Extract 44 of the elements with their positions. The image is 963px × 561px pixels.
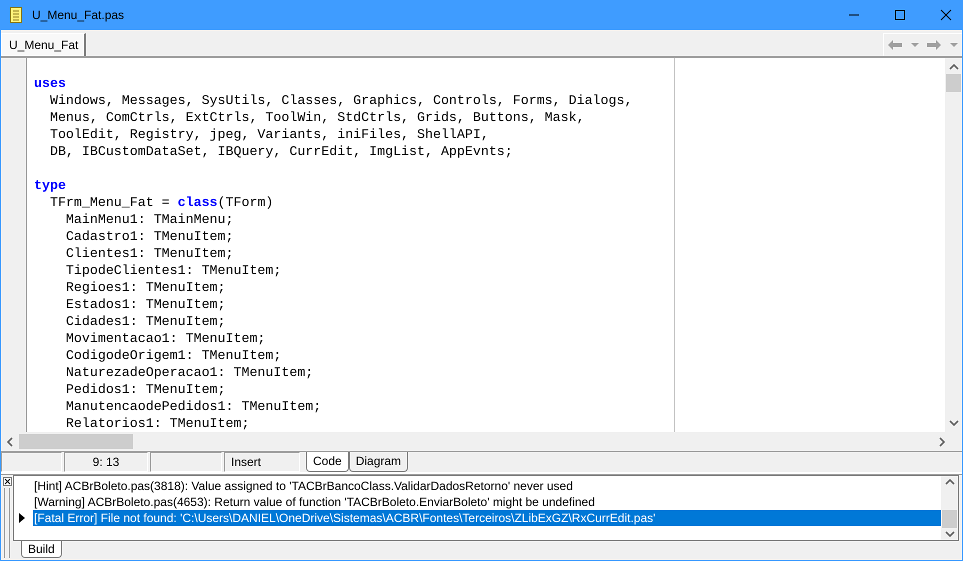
- close-icon[interactable]: [2, 477, 12, 486]
- message-line[interactable]: [Warning] ACBrBoleto.pas(4653): Return value of function 'TACBrBoleto.EnviarBoleto' might be undefined: [33, 494, 595, 510]
- scroll-left-icon[interactable]: [7, 436, 13, 446]
- code-line: CodigodeOrigem1: TMenuItem;: [64, 347, 282, 364]
- code-line: Estados1: TMenuItem;: [64, 296, 226, 313]
- code-line: TipodeClientes1: TMenuItem;: [64, 262, 282, 279]
- code-line: NaturezadeOperacao1: TMenuItem;: [64, 364, 314, 381]
- code-line: Cidades1: TMenuItem;: [64, 313, 226, 330]
- code-line: type: [33, 177, 66, 194]
- scroll-up-icon[interactable]: [944, 479, 954, 485]
- scrollbar-thumb[interactable]: [946, 74, 961, 92]
- code-line: Windows, Messages, SysUtils, Classes, Graphics, Controls, Forms, Dialogs,: [48, 92, 632, 109]
- code-line: Regioes1: TMenuItem;: [64, 279, 226, 296]
- scroll-down-icon[interactable]: [948, 420, 958, 426]
- scroll-right-icon[interactable]: [939, 436, 945, 446]
- code-line: ToolEdit, Registry, jpeg, Variants, iniFiles, ShellAPI,: [48, 126, 489, 143]
- window-title: U_Menu_Fat.pas: [32, 8, 124, 22]
- scroll-up-icon[interactable]: [948, 64, 958, 70]
- code-line: MainMenu1: TMainMenu;: [64, 211, 234, 228]
- edit-mode: Insert: [224, 452, 300, 472]
- scrollbar-thumb[interactable]: [19, 434, 133, 449]
- code-line: Relatorios1: TMenuItem;: [64, 415, 250, 432]
- message-line[interactable]: [Hint] ACBrBoleto.pas(3818): Value assigned to 'TACBrBancoClass.ValidarDadosRetorno' never used: [33, 478, 573, 494]
- scroll-down-icon[interactable]: [944, 531, 954, 537]
- maximize-icon[interactable]: [894, 9, 906, 21]
- view-tab[interactable]: Code: [306, 452, 349, 472]
- close-icon[interactable]: [940, 9, 952, 21]
- code-line: Menus, ComCtrls, ExtCtrls, ToolWin, StdCtrls, Grids, Buttons, Mask,: [48, 109, 585, 126]
- code-line: Cadastro1: TMenuItem;: [64, 228, 234, 245]
- code-line: Pedidos1: TMenuItem;: [64, 381, 226, 398]
- code-line: Movimentacao1: TMenuItem;: [64, 330, 266, 347]
- code-line: ManutencaodePedidos1: TMenuItem;: [64, 398, 322, 415]
- current-row-icon: [19, 513, 25, 523]
- code-line: uses: [33, 75, 66, 92]
- code-line: DB, IBCustomDataSet, IBQuery, CurrEdit, ImgList, AppEvnts;: [48, 143, 513, 160]
- code-editor[interactable]: [27, 58, 945, 432]
- view-tab[interactable]: Diagram: [348, 452, 408, 472]
- cursor-position: 9: 13: [64, 452, 148, 472]
- build-tab[interactable]: Build: [21, 541, 62, 558]
- file-tab[interactable]: U_Menu_Fat: [1, 33, 86, 56]
- code-line: Clientes1: TMenuItem;: [64, 245, 234, 262]
- scrollbar-thumb[interactable]: [942, 510, 957, 528]
- code-line: TFrm_Menu_Fat = class(TForm): [48, 194, 274, 211]
- file-icon: [10, 7, 22, 23]
